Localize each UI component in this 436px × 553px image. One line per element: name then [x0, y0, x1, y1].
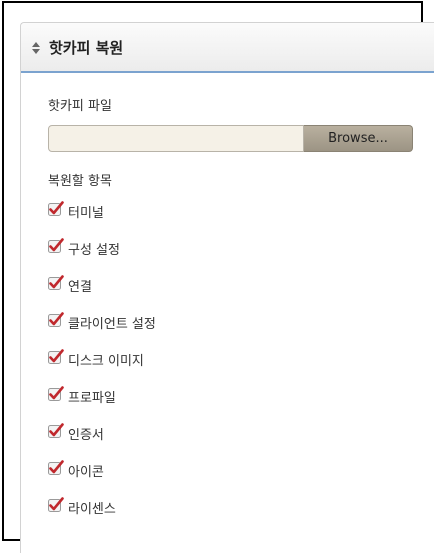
- panel-body: 핫카피 파일 Browse... 복원할 항목 터미널구성 설정연결클라이언트 …: [21, 95, 434, 526]
- checkbox-checked-icon[interactable]: [48, 496, 64, 513]
- checkbox-checked-icon[interactable]: [48, 422, 64, 439]
- restore-item[interactable]: 아이콘: [48, 452, 434, 489]
- checkbox-checked-icon[interactable]: [48, 385, 64, 402]
- restore-item[interactable]: 인증서: [48, 415, 434, 452]
- restore-item[interactable]: 디스크 이미지: [48, 341, 434, 378]
- checkbox-checked-icon[interactable]: [48, 311, 64, 328]
- restore-item-label: 라이센스: [68, 502, 116, 517]
- hotcopy-file-input[interactable]: [48, 125, 304, 152]
- hotcopy-file-label: 핫카피 파일: [48, 99, 112, 114]
- restore-item-label: 연결: [68, 280, 92, 295]
- restore-items-list: 터미널구성 설정연결클라이언트 설정디스크 이미지프로파일인증서아이콘라이센스: [48, 193, 434, 526]
- restore-item-label: 디스크 이미지: [68, 354, 144, 369]
- sort-arrows-icon[interactable]: [31, 40, 41, 54]
- panel-title: 핫카피 복원: [49, 38, 124, 57]
- checkbox-checked-icon[interactable]: [48, 459, 64, 476]
- hotcopy-restore-panel: 핫카피 복원 핫카피 파일 Browse... 복원할 항목 터미널구성 설정연…: [20, 22, 434, 553]
- restore-items-label: 복원할 항목: [48, 174, 112, 189]
- restore-item[interactable]: 라이센스: [48, 489, 434, 526]
- checkbox-checked-icon[interactable]: [48, 200, 64, 217]
- restore-item[interactable]: 구성 설정: [48, 230, 434, 267]
- restore-item[interactable]: 프로파일: [48, 378, 434, 415]
- checkbox-checked-icon[interactable]: [48, 274, 64, 291]
- panel-header[interactable]: 핫카피 복원: [21, 23, 434, 73]
- checkbox-checked-icon[interactable]: [48, 237, 64, 254]
- restore-item[interactable]: 터미널: [48, 193, 434, 230]
- browse-button[interactable]: Browse...: [304, 125, 413, 152]
- restore-item[interactable]: 연결: [48, 267, 434, 304]
- restore-item[interactable]: 클라이언트 설정: [48, 304, 434, 341]
- restore-item-label: 인증서: [68, 428, 104, 443]
- restore-item-label: 터미널: [68, 206, 104, 221]
- restore-item-label: 클라이언트 설정: [68, 317, 156, 332]
- restore-item-label: 아이콘: [68, 465, 104, 480]
- restore-item-label: 프로파일: [68, 391, 116, 406]
- file-picker: Browse...: [48, 125, 434, 152]
- checkbox-checked-icon[interactable]: [48, 348, 64, 365]
- restore-item-label: 구성 설정: [68, 243, 120, 258]
